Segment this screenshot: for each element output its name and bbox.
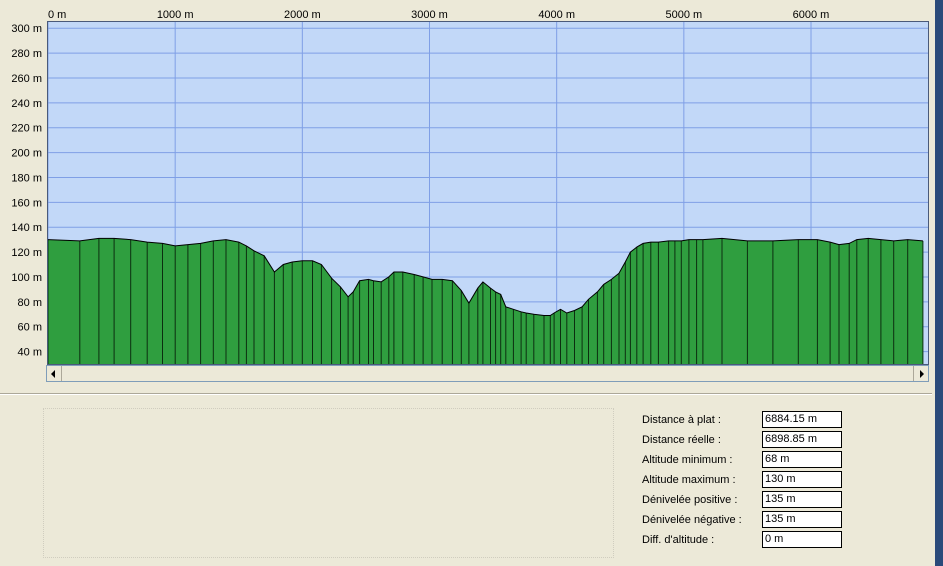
x-tick-label: 6000 m [793,9,830,21]
divider [0,393,932,395]
x-tick-label: 5000 m [665,9,702,21]
stat-label: Altitude maximum : [642,474,736,486]
stat-label: Distance réelle : [642,434,721,446]
x-tick-label: 1000 m [157,9,194,21]
y-tick-label: 80 m [18,297,42,309]
x-tick-label: 0 m [48,9,66,21]
y-tick-label: 260 m [11,73,42,85]
stat-value-field[interactable]: 68 m [762,451,842,468]
y-tick-label: 160 m [11,197,42,209]
window-edge [935,0,943,566]
scroll-left-button[interactable] [47,366,62,381]
y-tick-label: 280 m [11,48,42,60]
stat-value-field[interactable]: 6884.15 m [762,411,842,428]
y-tick-label: 120 m [11,247,42,259]
x-tick-label: 3000 m [411,9,448,21]
stat-label: Dénivelée négative : [642,514,742,526]
empty-panel [43,408,614,558]
y-tick-label: 60 m [18,322,42,334]
stat-label: Diff. d'altitude : [642,534,715,546]
stat-value-field[interactable]: 0 m [762,531,842,548]
stat-value-field[interactable]: 6898.85 m [762,431,842,448]
stat-value-field[interactable]: 130 m [762,471,842,488]
y-tick-label: 240 m [11,98,42,110]
arrow-left-icon [51,370,55,378]
y-tick-label: 100 m [11,272,42,284]
stat-label: Dénivelée positive : [642,494,738,506]
y-tick-label: 220 m [11,123,42,135]
arrow-right-icon [920,370,924,378]
x-tick-label: 4000 m [538,9,575,21]
y-tick-label: 140 m [11,222,42,234]
y-tick-label: 180 m [11,172,42,184]
elevation-chart: 40 m 60 m 80 m 100 m 120 m 140 m 160 m 180 m 200… [0,0,935,390]
y-tick-label: 40 m [18,347,42,359]
horizontal-scrollbar[interactable] [46,365,929,382]
stat-label: Distance à plat : [642,414,721,426]
y-tick-label: 300 m [11,23,42,35]
y-tick-label: 200 m [11,148,42,160]
stat-label: Altitude minimum : [642,454,733,466]
scroll-right-button[interactable] [913,366,928,381]
elevation-chart-svg: 40 m 60 m 80 m 100 m 120 m 140 m 160 m 180 m 200… [11,9,929,365]
stat-value-field[interactable]: 135 m [762,491,842,508]
stat-value-field[interactable]: 135 m [762,511,842,528]
x-tick-label: 2000 m [284,9,321,21]
